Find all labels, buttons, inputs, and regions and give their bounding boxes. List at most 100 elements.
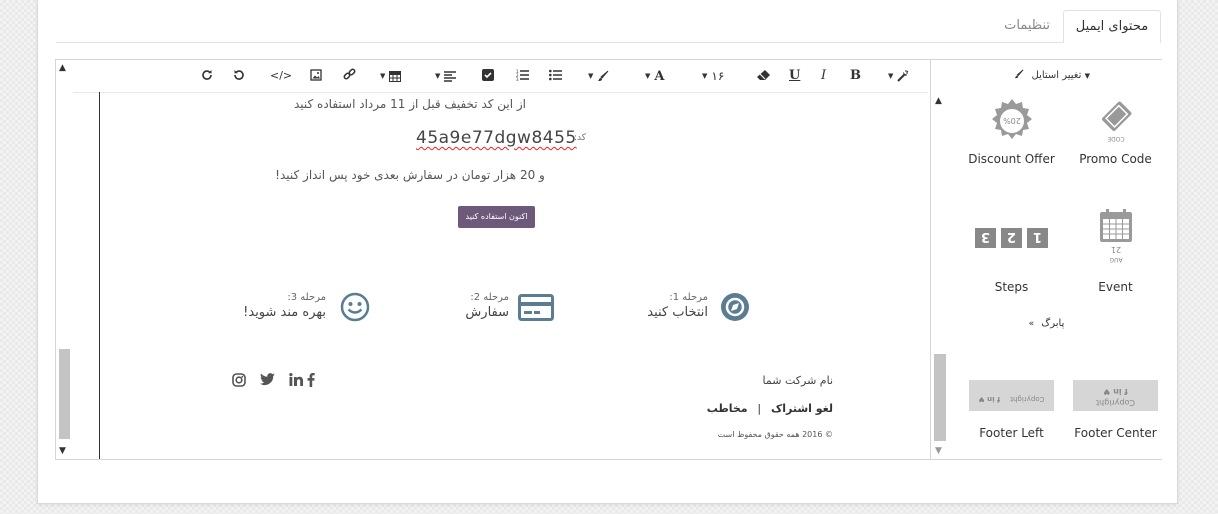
instagram-icon[interactable] [232,373,246,389]
caret-icon: ▼ [1084,72,1090,80]
font-size-button[interactable]: ▼ ۱۶ [702,68,724,84]
style-dropdown-label: تغییر استایل [1031,70,1082,81]
step-label: مرحله 3: [287,292,326,303]
footer-links: لغو اشتراک | مخاطب [707,402,833,415]
link-button[interactable] [343,68,356,84]
checklist-button[interactable] [482,68,494,84]
unsubscribe-link[interactable]: لغو اشتراک [771,402,833,415]
compass-icon [721,293,749,321]
linkedin-icon[interactable] [289,373,303,389]
code-view-icon: </> [270,69,293,82]
discount-badge-icon: 20% [991,99,1032,139]
editor-scrollbar[interactable]: ▲ ▼ [56,60,73,459]
snippet-thumbnail: Copyright f in ♥ [964,378,1059,412]
magic-style-button[interactable]: ▼ [888,68,909,84]
align-button[interactable]: ▼ [435,68,457,84]
use-now-button[interactable]: اکنون استفاده کنید [458,206,535,228]
social-mini-icons: f in ♥ [1103,386,1128,396]
promo-tag-icon: CODE [1101,101,1131,142]
link-icon [343,68,356,80]
ordered-list-button[interactable]: 123 [516,68,529,84]
font-color-icon: A [654,69,665,84]
footer-left-preview: Copyright f in ♥ [969,379,1054,411]
footer-preview-text: Copyright [1095,397,1136,407]
step-digit: 3 [980,229,989,244]
snippets-scrollbar[interactable]: ▲ ▼ [934,96,946,456]
scroll-down-icon[interactable]: ▼ [59,446,66,456]
footer-company-name: نام شرکت شما [762,374,833,387]
snippet-footer-center[interactable]: Copyright f in ♥ Footer Center [1068,378,1163,440]
caret-icon: ▼ [588,72,594,80]
scroll-up-icon[interactable]: ▲ [59,63,66,73]
step-digit: 2 [1006,229,1015,244]
promo-stamp-text: CODE [1107,135,1125,142]
snippet-event[interactable]: 21 AUG Event [1068,209,1163,294]
caret-icon: ▼ [435,72,441,80]
snippet-name: Discount Offer [968,152,1055,166]
snippet-thumbnail: 21 AUG [1068,209,1163,266]
scroll-down-icon[interactable]: ▼ [935,446,942,456]
table-button[interactable]: ▼ [380,68,402,84]
paint-brush-icon [1015,69,1024,79]
steps-icon: 3 2 1 [974,228,1048,248]
intro-text: از این کد تخفیف قبل از 11 مرداد استفاده … [293,97,527,111]
table-icon [389,71,402,82]
eraser-icon [757,70,770,80]
snippet-steps[interactable]: 3 2 1 Steps [964,210,1059,294]
step-text: انتخاب کنید [647,305,708,320]
credit-card-icon [518,294,554,321]
social-mini-icons: f in ♥ [978,394,1001,403]
underline-button[interactable]: U [789,68,800,84]
footer-preview-text: Copyright [1010,394,1045,403]
undo-button[interactable] [233,68,245,84]
category-label: پابرگ [1041,318,1065,329]
snippet-discount-offer[interactable]: 20% Discount Offer [964,96,1059,166]
caret-icon: ▼ [702,72,708,80]
tab-settings[interactable]: تنظیمات [991,10,1063,42]
footer-separator: | [757,402,762,415]
snippet-thumbnail: 3 2 1 [964,210,1059,266]
checkbox-icon [482,69,494,81]
snippet-name: Promo Code [1079,152,1152,166]
contacts-link[interactable]: مخاطب [707,402,748,415]
footer-copyright: © 2016 همه حقوق محفوظ است [717,430,833,439]
svg-text:3: 3 [516,77,519,81]
snippet-footer-left[interactable]: Copyright f in ♥ Footer Left [964,378,1059,440]
change-style-dropdown[interactable]: ▼ تغییر استایل [1014,69,1090,81]
italic-button[interactable]: I [821,68,826,84]
bullet-list-button[interactable] [549,68,562,84]
snippet-promo-code[interactable]: CODE Promo Code [1068,96,1163,166]
redo-icon [202,70,212,80]
step-label: مرحله 2: [470,292,509,303]
footer-center-preview: Copyright f in ♥ [1073,379,1158,411]
bold-button[interactable]: B [850,68,861,84]
form-sheet: محتوای ایمیل تنظیمات ▲ ▼ </> ▼ ▼ 1 2 3 ▼… [37,0,1178,504]
promo-code[interactable]: 45a9e77dgw8455 [416,128,577,148]
smile-icon [340,292,370,322]
footer-category-toggle[interactable]: پابرگ » [931,318,1162,329]
snippet-name: Footer Left [979,426,1044,440]
clear-format-button[interactable] [757,68,770,84]
undo-icon [234,70,244,80]
calendar-icon: 21 AUG [1099,209,1132,263]
email-canvas[interactable]: از این کد تخفیف قبل از 11 مرداد استفاده … [99,92,929,459]
redo-button[interactable] [201,68,213,84]
tab-email-content[interactable]: محتوای ایمیل [1063,10,1161,43]
insert-image-button[interactable] [310,68,322,84]
code-view-button[interactable]: </> [270,68,292,84]
font-color-button[interactable]: ▼ A [645,68,664,84]
scroll-thumb[interactable] [59,349,70,439]
scroll-thumb[interactable] [934,354,946,441]
event-month-text: AUG [1109,256,1122,263]
snippet-name: Steps [994,280,1029,294]
magic-wand-icon [897,70,909,82]
facebook-icon[interactable] [307,373,315,389]
step-1: مرحله 1: انتخاب کنید [645,290,750,326]
editor-toolbar: </> ▼ ▼ 123 ▼ ▼ A ▼ ۱۶ U I B ▼ [73,60,928,93]
snippets-panel: ▼ تغییر استایل ▲ ▼ CODE Promo Code 20% D… [930,60,1162,459]
background-color-button[interactable]: ▼ [588,68,609,84]
twitter-icon[interactable] [260,373,275,389]
scroll-up-icon[interactable]: ▲ [935,96,942,106]
step-digit: 1 [1032,229,1041,244]
step-3: مرحله 3: بهره مند شوید! [243,290,370,326]
